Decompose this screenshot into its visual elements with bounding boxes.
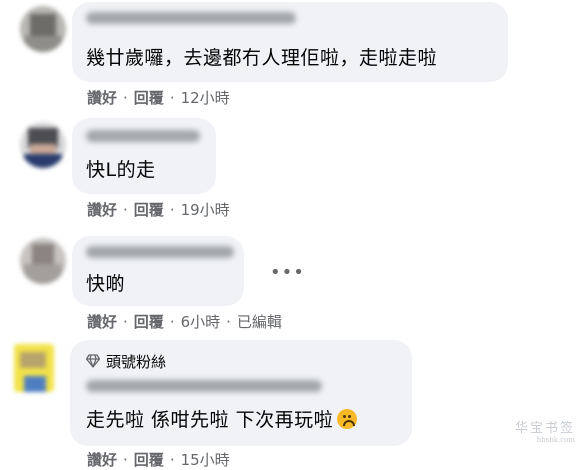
top-fan-badge: 頭號粉絲 [86,351,166,372]
comment-actions: 讚好 · 回覆 · 12小時 [87,89,230,107]
upside-down-face-emoji-icon [337,409,358,429]
reply-button[interactable]: 回覆 [134,451,164,469]
like-button[interactable]: 讚好 [87,89,117,107]
comment-time[interactable]: 6小時 [181,313,221,331]
comment-time[interactable]: 15小時 [181,451,230,469]
more-options-icon[interactable]: ••• [270,262,305,283]
comment-text: 快啲 [86,273,126,295]
badge-label: 頭號粉絲 [106,353,167,371]
comment-time[interactable]: 19小時 [181,201,230,219]
commenter-name[interactable] [86,246,234,258]
comment-actions: 讚好 · 回覆 · 19小時 [87,201,230,219]
diamond-icon [86,354,100,368]
comment-text: 快L的走 [86,159,156,181]
comment-actions: 讚好 · 回覆 · 15小時 [87,451,230,469]
avatar[interactable] [20,122,66,168]
like-button[interactable]: 讚好 [87,451,117,469]
comment-bubble: 快L的走 [72,118,216,194]
reply-button[interactable]: 回覆 [134,89,164,107]
comment-text: 幾廿歲囉，去邊都冇人理佢啦，走啦走啦 [86,47,438,69]
reply-button[interactable]: 回覆 [134,201,164,219]
comment-bubble: 幾廿歲囉，去邊都冇人理佢啦，走啦走啦 [72,2,508,82]
avatar[interactable] [14,344,54,392]
comment-time[interactable]: 12小時 [181,89,230,107]
commenter-name[interactable] [86,380,322,392]
avatar[interactable] [20,238,66,284]
comment-text: 走先啦 係咁先啦 下次再玩啦 [86,408,358,432]
edited-label: 已編輯 [236,313,282,331]
comment-actions: 讚好 · 回覆 · 6小時 · 已編輯 [87,313,282,331]
avatar[interactable] [20,6,66,52]
commenter-name[interactable] [86,12,296,24]
like-button[interactable]: 讚好 [87,313,117,331]
like-button[interactable]: 讚好 [87,201,117,219]
commenter-name[interactable] [86,130,200,142]
comment-bubble: 快啲 [72,236,244,306]
watermark: 华宝书签 hbsbk.com [514,421,575,444]
reply-button[interactable]: 回覆 [134,313,164,331]
